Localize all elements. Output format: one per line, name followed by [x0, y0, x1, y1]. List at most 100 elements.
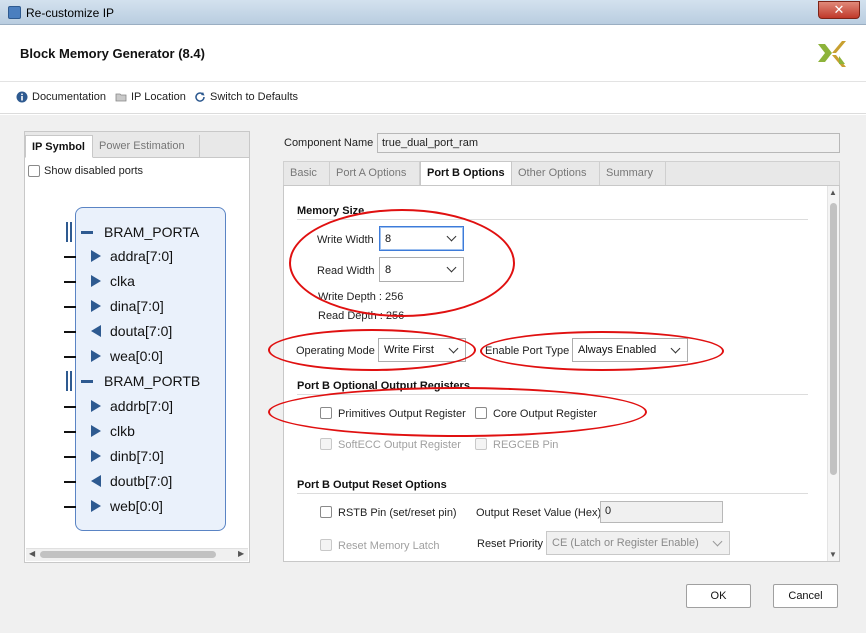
- documentation-label: Documentation: [32, 91, 106, 103]
- input-arrow-icon: [91, 275, 101, 287]
- core-output-register-checkbox[interactable]: [475, 407, 487, 419]
- write-depth-text: Write Depth : 256: [318, 291, 404, 303]
- reset-memory-latch-checkbox[interactable]: [320, 539, 332, 551]
- regceb-pin-label: REGCEB Pin: [493, 439, 559, 451]
- tab-port-b-options[interactable]: Port B Options: [420, 161, 512, 186]
- app-icon: [8, 6, 21, 19]
- reset-memory-latch-label: Reset Memory Latch: [338, 540, 440, 552]
- switch-defaults-button[interactable]: Switch to Defaults: [194, 91, 298, 103]
- read-width-label: Read Width: [317, 265, 375, 277]
- close-button[interactable]: ✕: [818, 1, 860, 19]
- cancel-button[interactable]: Cancel: [773, 584, 838, 608]
- scroll-down-icon[interactable]: ▼: [829, 550, 837, 559]
- chevron-down-icon: [670, 343, 681, 353]
- tab-port-a-options[interactable]: Port A Options: [330, 162, 420, 185]
- enable-port-type-value: Always Enabled: [578, 344, 657, 356]
- rstb-pin-label: RSTB Pin (set/reset pin): [338, 507, 457, 519]
- pin-stub: [64, 406, 76, 408]
- port-dinb: dinb[7:0]: [110, 448, 164, 464]
- softecc-output-register-label: SoftECC Output Register: [338, 439, 461, 451]
- reset-options-heading: Port B Output Reset Options: [297, 479, 447, 491]
- window-titlebar[interactable]: [0, 0, 866, 25]
- output-arrow-icon: [91, 475, 101, 487]
- port-douta: douta[7:0]: [110, 323, 173, 339]
- collapse-port-b-icon[interactable]: [81, 380, 93, 383]
- port-web: web[0:0]: [110, 498, 163, 514]
- read-width-select[interactable]: 8: [379, 257, 464, 282]
- port-dina: dina[7:0]: [110, 298, 164, 314]
- show-disabled-ports-label: Show disabled ports: [44, 165, 144, 177]
- tab-power-estimation[interactable]: Power Estimation: [93, 135, 200, 158]
- input-arrow-icon: [91, 250, 101, 262]
- regceb-pin-checkbox[interactable]: [475, 438, 487, 450]
- write-width-label: Write Width: [317, 234, 374, 246]
- pin-stub: [64, 281, 76, 283]
- info-icon: [16, 91, 28, 103]
- operating-mode-select[interactable]: Write First: [378, 338, 466, 362]
- write-width-select[interactable]: 8: [379, 226, 464, 251]
- component-name-label: Component Name: [284, 137, 374, 149]
- pin-stub: [64, 481, 76, 483]
- refresh-icon: [195, 92, 205, 102]
- port-a-name: BRAM_PORTA: [104, 224, 200, 240]
- tab-other-options[interactable]: Other Options: [512, 162, 600, 185]
- output-reset-value-input[interactable]: 0: [600, 501, 723, 523]
- input-arrow-icon: [91, 500, 101, 512]
- ok-button[interactable]: OK: [686, 584, 751, 608]
- switch-defaults-label: Switch to Defaults: [210, 91, 299, 103]
- chevron-down-icon: [712, 536, 723, 546]
- section-divider: [297, 394, 808, 395]
- rstb-pin-checkbox[interactable]: [320, 506, 332, 518]
- tab-ip-symbol[interactable]: IP Symbol: [25, 135, 93, 158]
- output-reset-value-label: Output Reset Value (Hex): [476, 507, 602, 519]
- input-arrow-icon: [91, 400, 101, 412]
- scroll-left-icon[interactable]: ◀: [29, 549, 35, 558]
- tab-summary[interactable]: Summary: [600, 162, 666, 185]
- vertical-scroll-thumb[interactable]: [830, 203, 837, 475]
- bus-port-b-icon: [66, 371, 72, 391]
- pin-stub: [64, 256, 76, 258]
- operating-mode-label: Operating Mode: [296, 345, 375, 357]
- input-arrow-icon: [91, 425, 101, 437]
- port-addra: addra[7:0]: [110, 248, 174, 264]
- tab-basic[interactable]: Basic: [284, 162, 330, 185]
- collapse-port-a-icon[interactable]: [81, 231, 93, 234]
- dialog-title: Block Memory Generator (8.4): [20, 46, 205, 61]
- port-doutb: doutb[7:0]: [110, 473, 173, 489]
- component-name-input[interactable]: true_dual_port_ram: [377, 133, 840, 153]
- write-width-value: 8: [385, 232, 392, 245]
- documentation-button[interactable]: Documentation: [16, 91, 106, 103]
- read-width-value: 8: [385, 263, 392, 276]
- show-disabled-ports-checkbox[interactable]: [28, 165, 40, 177]
- enable-port-type-label: Enable Port Type: [485, 345, 570, 357]
- section-divider: [297, 493, 808, 494]
- input-arrow-icon: [91, 450, 101, 462]
- core-output-register-label: Core Output Register: [493, 408, 597, 420]
- scroll-right-icon[interactable]: ▶: [238, 549, 244, 558]
- primitives-output-register-label: Primitives Output Register: [338, 408, 466, 420]
- enable-port-type-select[interactable]: Always Enabled: [572, 338, 688, 362]
- output-arrow-icon: [91, 325, 101, 337]
- reset-priority-select[interactable]: CE (Latch or Register Enable): [546, 531, 730, 555]
- primitives-output-register-checkbox[interactable]: [320, 407, 332, 419]
- pin-stub: [64, 356, 76, 358]
- xilinx-logo-icon: [818, 41, 846, 67]
- chevron-down-icon: [446, 231, 457, 242]
- horizontal-scroll-thumb[interactable]: [40, 551, 216, 558]
- port-addrb: addrb[7:0]: [110, 398, 174, 414]
- operating-mode-value: Write First: [384, 344, 434, 356]
- pin-stub: [64, 456, 76, 458]
- scroll-up-icon[interactable]: ▲: [829, 188, 837, 197]
- input-arrow-icon: [91, 300, 101, 312]
- pin-stub: [64, 331, 76, 333]
- pin-stub: [64, 506, 76, 508]
- memory-size-heading: Memory Size: [297, 205, 365, 217]
- softecc-output-register-checkbox[interactable]: [320, 438, 332, 450]
- bus-port-a-icon: [66, 222, 72, 242]
- input-arrow-icon: [91, 350, 101, 362]
- chevron-down-icon: [446, 262, 457, 273]
- chevron-down-icon: [448, 343, 459, 353]
- read-depth-text: Read Depth : 256: [318, 310, 405, 322]
- ip-location-button[interactable]: IP Location: [115, 91, 186, 103]
- pin-stub: [64, 306, 76, 308]
